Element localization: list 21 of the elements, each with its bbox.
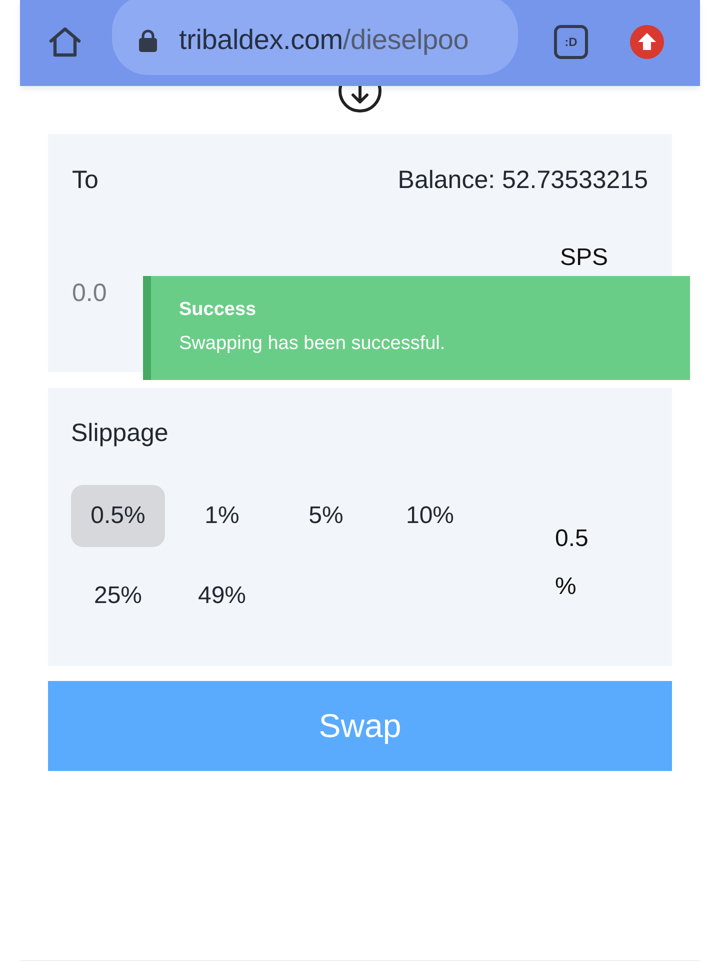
tab-switcher-button[interactable]: :D xyxy=(554,25,588,59)
slippage-option[interactable]: 5% xyxy=(279,485,373,547)
percent-unit-label: % xyxy=(555,572,578,602)
custom-slippage-input[interactable]: 0.5 xyxy=(555,515,599,563)
home-icon[interactable] xyxy=(48,26,82,58)
slippage-label: Slippage xyxy=(71,418,170,449)
slippage-option[interactable]: 10% xyxy=(383,485,477,547)
slippage-option[interactable]: 0.5% xyxy=(71,485,165,547)
lock-icon xyxy=(138,28,158,52)
to-label: To xyxy=(72,165,98,196)
amount-input[interactable]: 0.0 xyxy=(72,276,132,310)
token-selector[interactable]: SPS xyxy=(560,244,608,272)
up-arrow-circle-icon[interactable] xyxy=(630,25,664,59)
toast-title: Success xyxy=(179,298,258,322)
address-bar[interactable]: tribaldex.com/dieselpoo xyxy=(112,0,518,75)
url-text: tribaldex.com/dieselpoo xyxy=(179,24,469,56)
slippage-option[interactable]: 1% xyxy=(175,485,269,547)
slippage-option[interactable]: 49% xyxy=(175,565,269,627)
toast-message: Swapping has been successful. xyxy=(179,332,446,356)
slippage-option[interactable]: 25% xyxy=(71,565,165,627)
balance-text: Balance: 52.73533215 xyxy=(398,165,648,196)
